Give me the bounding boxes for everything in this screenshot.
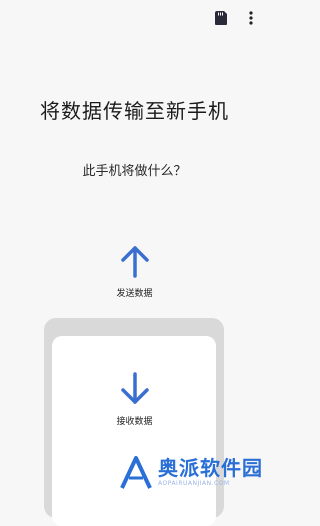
sd-card-icon[interactable] — [213, 10, 229, 26]
send-data-button[interactable]: 发送数据 — [0, 242, 269, 299]
receive-data-panel[interactable] — [52, 336, 216, 526]
arrow-up-icon — [120, 246, 149, 278]
toolbar — [213, 10, 259, 26]
page-subtitle: 此手机将做什么？ — [82, 164, 187, 179]
arrow-down-icon — [120, 372, 149, 404]
receive-data-label: 接收数据 — [116, 417, 153, 427]
receive-data-button[interactable]: 接收数据 — [0, 368, 269, 427]
more-options-icon[interactable] — [243, 10, 259, 26]
send-data-label: 发送数据 — [116, 289, 153, 299]
page-title: 将数据传输至新手机 — [40, 99, 229, 123]
